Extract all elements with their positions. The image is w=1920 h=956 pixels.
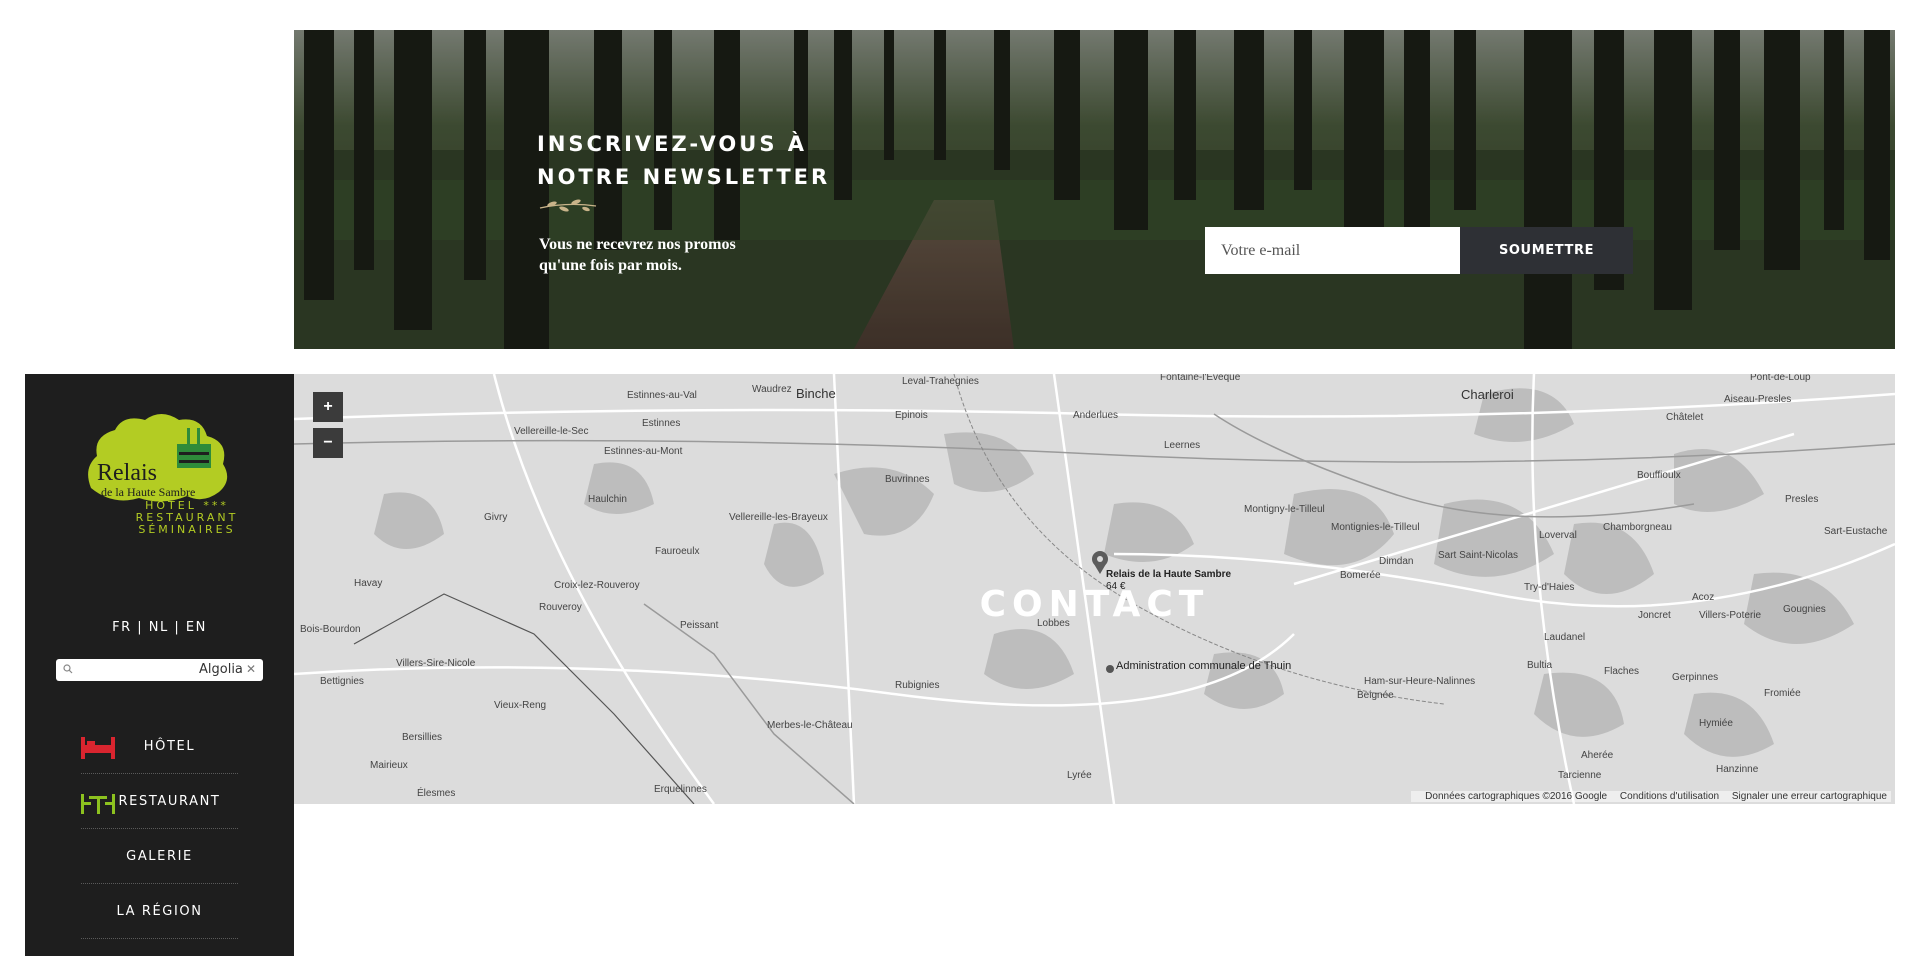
contact-map[interactable]: Leval-Trahegnies Fontaine-l'Evêque Pont-…	[294, 374, 1895, 804]
place-label: Merbes-le-Château	[767, 720, 853, 731]
nav-item-hotel[interactable]: HÔTEL	[81, 719, 238, 774]
place-label: Élesmes	[417, 788, 456, 799]
place-label: Buvrinnes	[885, 474, 930, 485]
place-label: Aiseau-Presles	[1724, 394, 1792, 405]
place-label: Presles	[1785, 494, 1819, 505]
email-field[interactable]	[1205, 227, 1460, 274]
bed-icon	[81, 737, 115, 759]
logo-name: Relais	[97, 460, 157, 486]
place-label: Fromiée	[1764, 688, 1801, 699]
logo-graphic: Relais de la Haute Sambre	[88, 414, 228, 502]
zoom-in-button[interactable]: +	[313, 392, 343, 422]
place-label: Hymiée	[1699, 718, 1733, 729]
logo-name-sub: de la Haute Sambre	[101, 485, 195, 499]
place-label: Estinnes	[642, 418, 681, 429]
place-label: Bettignies	[320, 676, 364, 687]
place-label: Villers-Sire-Nicole	[396, 658, 476, 669]
submit-button[interactable]: SOUMETTRE	[1460, 227, 1633, 274]
lang-nl[interactable]: NL	[149, 620, 169, 635]
nav-item-galerie[interactable]: GALERIE	[81, 829, 238, 884]
language-switcher: FR | NL | EN	[112, 620, 207, 635]
place-label: Leval-Trahegnies	[902, 376, 979, 387]
algolia-logo: Algolia	[199, 662, 243, 677]
search-icon	[63, 664, 73, 674]
place-label: Vellereille-les-Brayeux	[729, 512, 828, 523]
lang-en[interactable]: EN	[186, 620, 207, 635]
place-label: Givry	[484, 512, 508, 523]
place-label: Waudrez	[752, 384, 792, 395]
place-label: Administration communale de Thuin	[1116, 660, 1292, 672]
place-label: Sart Saint-Nicolas	[1438, 550, 1519, 561]
nav-label-region: LA RÉGION	[116, 903, 203, 919]
map-attribution: Données cartographiques ©2016 Google Con…	[1411, 791, 1891, 802]
place-label: Leernes	[1164, 440, 1201, 451]
place-label: Hanzinne	[1716, 764, 1759, 775]
place-label: Binche	[796, 386, 836, 401]
place-label: Ham-sur-Heure-Nalinnes	[1364, 676, 1476, 687]
search-box: Algolia ✕	[56, 659, 263, 681]
place-label: Anderlues	[1073, 410, 1119, 421]
place-label: Vieux-Reng	[494, 700, 547, 711]
place-label: Bultia	[1527, 660, 1553, 671]
place-label: Sart-Eustache	[1824, 526, 1888, 537]
place-label: Laudanel	[1544, 632, 1586, 643]
place-label: Bouffioulx	[1637, 470, 1681, 481]
place-label: Rubignies	[895, 680, 940, 691]
newsletter-subtitle: Vous ne recevrez nos promos qu'une fois …	[539, 236, 736, 274]
place-label: Lyrée	[1067, 770, 1092, 781]
place-label: Dimdan	[1379, 556, 1414, 567]
place-label: Aherée	[1581, 750, 1614, 761]
place-label: Vellereille-le-Sec	[514, 426, 589, 437]
nav-item-restaurant[interactable]: RESTAURANT	[81, 774, 238, 829]
place-label: Loverval	[1539, 530, 1577, 541]
table-icon	[81, 794, 115, 814]
place-label: Tarcienne	[1558, 770, 1602, 781]
place-label: Estinnes-au-Val	[627, 390, 697, 401]
place-label: Chamborgneau	[1603, 522, 1672, 533]
place-label: Montigny-le-Tilleul	[1244, 504, 1325, 515]
place-label: Epinois	[895, 410, 928, 421]
newsletter-title: INSCRIVEZ-VOUS À NOTRE NEWSLETTER	[537, 132, 831, 189]
place-label: Gerpinnes	[1672, 672, 1719, 683]
zoom-out-button[interactable]: −	[313, 428, 343, 458]
report-error-link[interactable]: Signaler une erreur cartographique	[1732, 791, 1887, 802]
image-overlay	[294, 30, 1895, 349]
place-label: Châtelet	[1666, 412, 1704, 423]
place-label: Pont-de-Loup	[1750, 374, 1811, 383]
place-label: Fontaine-l'Evêque	[1160, 374, 1241, 383]
place-label: Charleroi	[1461, 387, 1514, 402]
place-label: Beignée	[1357, 690, 1394, 701]
contact-title: CONTACT	[979, 584, 1210, 625]
place-label: Montignies-le-Tilleul	[1331, 522, 1420, 533]
logo[interactable]: Relais de la Haute Sambre HÔTEL *** REST…	[83, 408, 235, 560]
marker-name: Relais de la Haute Sambre	[1106, 569, 1232, 580]
newsletter-banner: INSCRIVEZ-VOUS À NOTRE NEWSLETTER Vous n…	[294, 30, 1895, 349]
map-data-credit: Données cartographiques ©2016 Google	[1425, 791, 1608, 802]
main-nav: HÔTEL RESTAURANT GALERIE LA RÉGION	[81, 719, 238, 939]
logo-line-seminaires: SÉMINAIRES	[138, 523, 236, 536]
place-label: Bomerée	[1340, 570, 1381, 581]
place-label: Bois-Bourdon	[300, 624, 361, 635]
sidebar: Relais de la Haute Sambre HÔTEL *** REST…	[25, 374, 294, 956]
lang-fr[interactable]: FR	[112, 620, 132, 635]
place-label: Mairieux	[370, 760, 408, 771]
terms-link[interactable]: Conditions d'utilisation	[1620, 791, 1719, 802]
nav-item-region[interactable]: LA RÉGION	[81, 884, 238, 939]
search-input[interactable]	[76, 661, 196, 679]
place-label: Flaches	[1604, 666, 1640, 677]
nav-label-hotel: HÔTEL	[143, 738, 196, 754]
leaf-ornament-icon	[539, 199, 597, 212]
place-label: Estinnes-au-Mont	[604, 446, 683, 457]
place-label: Bersillies	[402, 732, 443, 743]
place-label: Haulchin	[588, 494, 627, 505]
nav-label-galerie: GALERIE	[126, 848, 193, 864]
clear-icon[interactable]: ✕	[246, 662, 256, 676]
place-label: Fauroeulx	[655, 546, 700, 557]
place-label: Erquelinnes	[654, 784, 707, 795]
logo-tagline: HÔTEL *** RESTAURANT SÉMINAIRES	[107, 500, 267, 536]
